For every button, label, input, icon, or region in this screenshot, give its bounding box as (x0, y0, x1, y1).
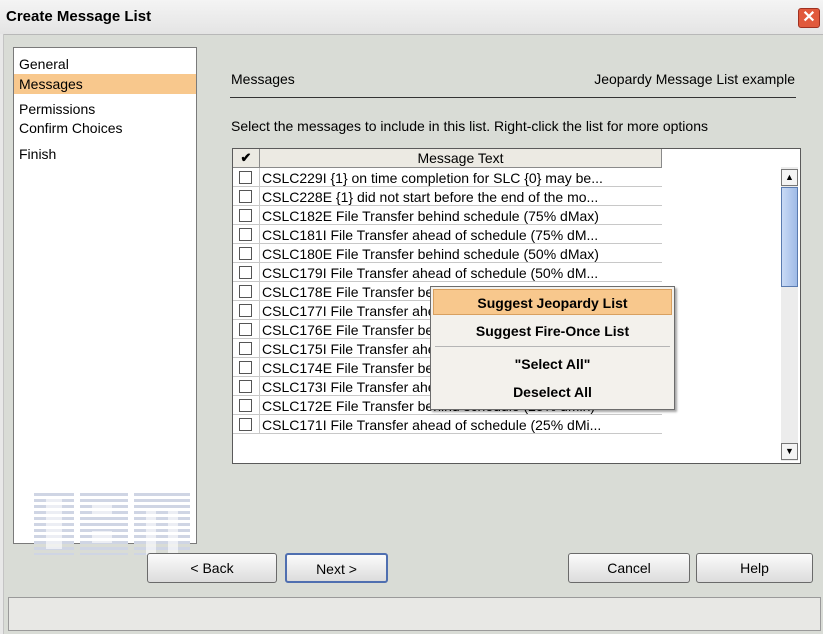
row-checkbox[interactable] (239, 228, 252, 241)
wizard-nav: General Messages Permissions Confirm Cho… (13, 47, 197, 555)
row-checkbox[interactable] (239, 209, 252, 222)
cell-divider (259, 206, 260, 225)
table-row[interactable]: CSLC229I {1} on time completion for SLC … (233, 168, 662, 187)
row-checkbox[interactable] (239, 323, 252, 336)
row-checkbox[interactable] (239, 266, 252, 279)
header-message-text[interactable]: Message Text (260, 149, 662, 168)
row-checkbox[interactable] (239, 171, 252, 184)
table-row[interactable]: CSLC180E File Transfer behind schedule (… (233, 244, 662, 263)
nav-item-finish[interactable]: Finish (14, 144, 196, 164)
row-checkbox[interactable] (239, 418, 252, 431)
cell-divider (259, 168, 260, 187)
row-checkbox[interactable] (239, 285, 252, 298)
scroll-thumb[interactable] (781, 187, 798, 287)
nav-item-messages[interactable]: Messages (14, 74, 196, 94)
nav-item-general[interactable]: General (14, 54, 196, 74)
nav-item-confirm-choices[interactable]: Confirm Choices (14, 118, 196, 138)
row-message-text: CSLC171I File Transfer ahead of schedule… (262, 417, 602, 433)
cell-divider (259, 244, 260, 263)
table-row[interactable]: CSLC182E File Transfer behind schedule (… (233, 206, 662, 225)
table-row[interactable]: CSLC181I File Transfer ahead of schedule… (233, 225, 662, 244)
row-checkbox[interactable] (239, 380, 252, 393)
row-message-text: CSLC228E {1} did not start before the en… (262, 189, 599, 205)
section-divider (230, 97, 796, 98)
close-icon[interactable]: ✕ (798, 8, 820, 28)
window-title: Create Message List (6, 8, 152, 25)
cell-divider (259, 187, 260, 206)
row-message-text: CSLC181I File Transfer ahead of schedule… (262, 227, 599, 243)
status-bar (8, 597, 821, 631)
row-checkbox[interactable] (239, 190, 252, 203)
menu-item-suggest-jeopardy[interactable]: Suggest Jeopardy List (433, 289, 672, 315)
table-row[interactable]: CSLC179I File Transfer ahead of schedule… (233, 263, 662, 282)
cancel-button[interactable]: Cancel (568, 553, 690, 583)
instruction-text: Select the messages to include in this l… (231, 118, 708, 134)
section-title: Messages (231, 71, 295, 87)
table-row[interactable]: CSLC228E {1} did not start before the en… (233, 187, 662, 206)
context-menu: Suggest Jeopardy List Suggest Fire-Once … (430, 286, 675, 410)
scroll-down-icon[interactable]: ▼ (781, 443, 798, 460)
row-gridline (233, 433, 662, 434)
row-checkbox[interactable] (239, 247, 252, 260)
back-button[interactable]: < Back (147, 553, 277, 583)
cell-divider (259, 263, 260, 282)
row-message-text: CSLC179I File Transfer ahead of schedule… (262, 265, 599, 281)
window-left-edge (0, 34, 4, 634)
row-message-text: CSLC180E File Transfer behind schedule (… (262, 246, 599, 262)
menu-item-deselect-all[interactable]: Deselect All (433, 379, 672, 405)
cell-divider (259, 358, 260, 377)
table-row[interactable]: CSLC171I File Transfer ahead of schedule… (233, 415, 662, 434)
section-subtitle: Jeopardy Message List example (594, 71, 795, 87)
vertical-scrollbar[interactable]: ▲ ▼ (781, 167, 798, 461)
menu-item-select-all[interactable]: "Select All" (433, 351, 672, 377)
row-checkbox[interactable] (239, 304, 252, 317)
cell-divider (259, 415, 260, 434)
scroll-up-icon[interactable]: ▲ (781, 169, 798, 186)
menu-item-suggest-fire-once[interactable]: Suggest Fire-Once List (433, 318, 672, 344)
cell-divider (259, 377, 260, 396)
next-button[interactable]: Next > (285, 553, 388, 583)
cell-divider (259, 282, 260, 301)
ibm-logo (34, 493, 190, 555)
row-message-text: CSLC182E File Transfer behind schedule (… (262, 208, 599, 224)
title-bar: Create Message List ✕ (0, 0, 823, 35)
header-check-column[interactable]: ✔ (233, 149, 260, 168)
row-checkbox[interactable] (239, 342, 252, 355)
cell-divider (259, 320, 260, 339)
row-checkbox[interactable] (239, 399, 252, 412)
cell-divider (259, 339, 260, 358)
help-button[interactable]: Help (696, 553, 813, 583)
menu-separator (435, 346, 670, 347)
cell-divider (259, 301, 260, 320)
nav-item-permissions[interactable]: Permissions (14, 99, 196, 119)
row-checkbox[interactable] (239, 361, 252, 374)
row-message-text: CSLC229I {1} on time completion for SLC … (262, 170, 603, 186)
cell-divider (259, 225, 260, 244)
cell-divider (259, 396, 260, 415)
